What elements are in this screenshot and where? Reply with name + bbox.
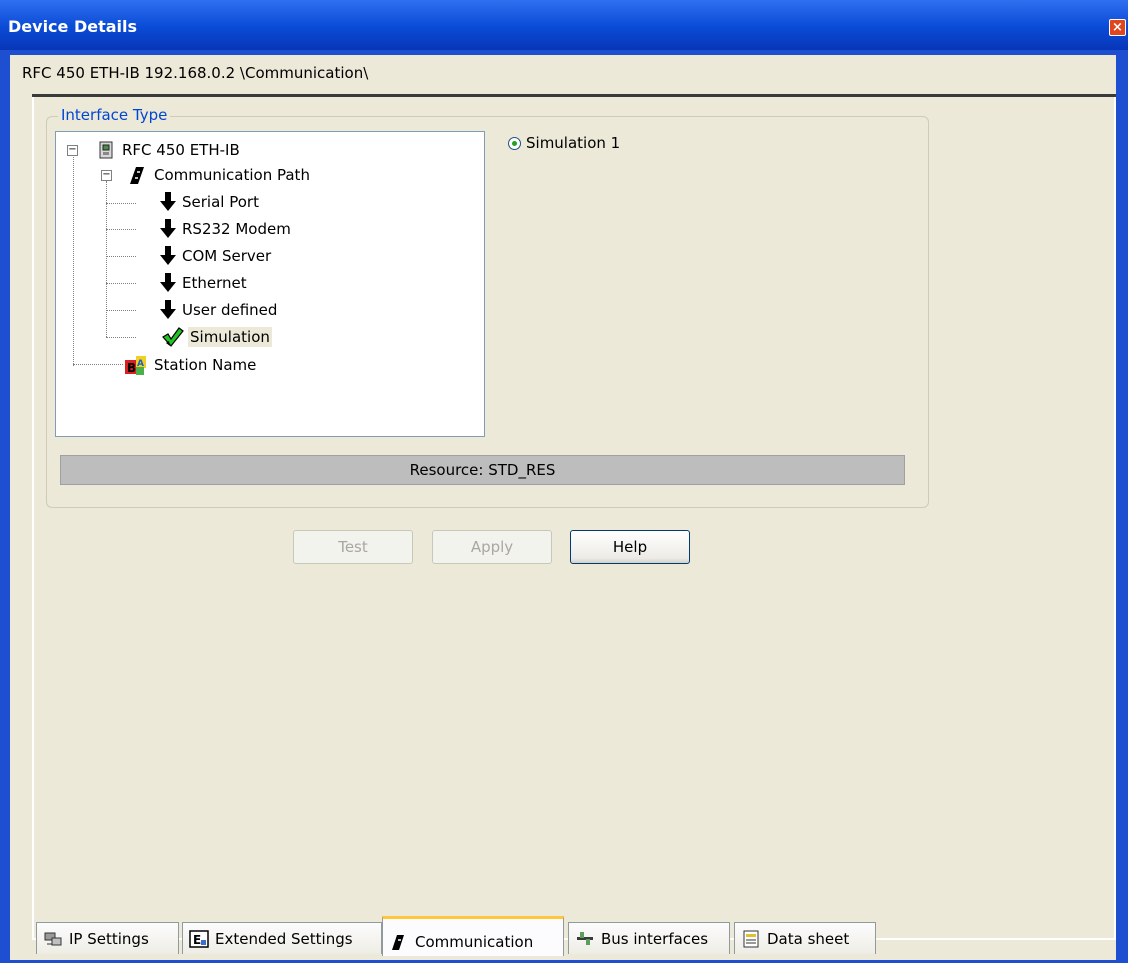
- tab-data-sheet[interactable]: Data sheet: [734, 922, 876, 954]
- tree-node-station-name[interactable]: B A Station Name: [124, 354, 258, 376]
- tree-node-com-server[interactable]: COM Server: [160, 246, 273, 266]
- tree-node-serial-port[interactable]: Serial Port: [160, 192, 261, 212]
- collapse-root-toggle[interactable]: −: [67, 145, 78, 156]
- tab-ip-settings[interactable]: IP Settings: [36, 922, 179, 954]
- tree-node-user-defined[interactable]: User defined: [160, 300, 279, 320]
- radio-indicator[interactable]: [508, 136, 521, 150]
- test-button-label: Test: [338, 538, 368, 556]
- close-button[interactable]: ×: [1109, 19, 1126, 36]
- tree-node-simulation[interactable]: Simulation: [160, 326, 272, 348]
- tree-line: [106, 310, 136, 311]
- title-bar[interactable]: Device Details ×: [0, 0, 1128, 50]
- tree-node-label: COM Server: [182, 247, 272, 265]
- tree-node-communication-path[interactable]: Communication Path: [126, 164, 312, 186]
- communication-icon: [130, 167, 144, 184]
- tab-label: Data sheet: [767, 929, 850, 948]
- window-title: Device Details: [8, 17, 138, 36]
- tree-line: [73, 364, 123, 365]
- tree-line: [106, 337, 136, 338]
- down-arrow-icon: [160, 192, 176, 212]
- tree-node-ethernet[interactable]: Ethernet: [160, 273, 249, 293]
- communication-icon: [392, 934, 404, 950]
- help-button[interactable]: Help: [570, 530, 690, 564]
- simulation-radio[interactable]: Simulation 1: [508, 134, 620, 152]
- interface-type-label: Interface Type: [58, 106, 171, 124]
- tree-line: [106, 283, 136, 284]
- extended-settings-icon: E: [189, 929, 209, 948]
- svg-text:B: B: [127, 361, 136, 375]
- resource-label: Resource: STD_RES: [409, 461, 556, 479]
- device-icon: [99, 141, 113, 159]
- tab-label: Communication: [415, 932, 534, 951]
- resource-bar: Resource: STD_RES: [60, 455, 905, 485]
- tree-node-label: User defined: [182, 301, 278, 319]
- tree-node-label: Communication Path: [154, 166, 310, 184]
- tab-communication[interactable]: Communication: [382, 916, 564, 956]
- station-name-icon: B A: [125, 356, 146, 375]
- tree-line: [106, 203, 136, 204]
- tab-bus-interfaces[interactable]: Bus interfaces: [568, 922, 730, 954]
- simulation-radio-label: Simulation 1: [526, 134, 621, 152]
- tab-label: Bus interfaces: [601, 929, 709, 948]
- tab-label: Extended Settings: [215, 929, 353, 948]
- network-icon: [44, 932, 62, 945]
- checkmark-icon: [162, 327, 184, 347]
- bus-icon: [577, 931, 593, 945]
- tree-line: [106, 256, 136, 257]
- tree-node-label: Ethernet: [182, 274, 247, 292]
- tree-node-label: RFC 450 ETH-IB: [122, 141, 240, 159]
- tree-line: [106, 181, 107, 337]
- tree-line: [106, 229, 136, 230]
- collapse-communication-toggle[interactable]: −: [101, 170, 112, 181]
- down-arrow-icon: [160, 246, 176, 266]
- help-button-label: Help: [612, 538, 648, 556]
- down-arrow-icon: [160, 219, 176, 239]
- device-path: RFC 450 ETH-IB 192.168.0.2 \Communicatio…: [22, 64, 369, 82]
- tree-node-label: RS232 Modem: [182, 220, 291, 238]
- apply-button-label: Apply: [470, 538, 514, 556]
- tree-node-label: Simulation: [188, 327, 272, 347]
- interface-tree[interactable]: − RFC 450 ETH-IB − Communication Path Se…: [55, 131, 485, 437]
- apply-button[interactable]: Apply: [432, 530, 552, 564]
- tab-label: IP Settings: [69, 929, 149, 948]
- tree-node-label: Station Name: [154, 356, 257, 374]
- down-arrow-icon: [160, 300, 176, 320]
- down-arrow-icon: [160, 273, 176, 293]
- tree-node-rs232-modem[interactable]: RS232 Modem: [160, 219, 293, 239]
- tab-extended-settings[interactable]: E Extended Settings: [182, 922, 382, 954]
- tree-node-root[interactable]: RFC 450 ETH-IB: [96, 140, 242, 160]
- device-details-window: Device Details × RFC 450 ETH-IB 192.168.…: [0, 0, 1128, 963]
- svg-text:E: E: [193, 933, 201, 947]
- test-button[interactable]: Test: [293, 530, 413, 564]
- tab-panel-edge: [32, 94, 1116, 97]
- tree-node-label: Serial Port: [182, 193, 259, 211]
- tree-line: [73, 152, 74, 366]
- close-icon: ×: [1112, 20, 1123, 35]
- datasheet-icon: [743, 930, 759, 947]
